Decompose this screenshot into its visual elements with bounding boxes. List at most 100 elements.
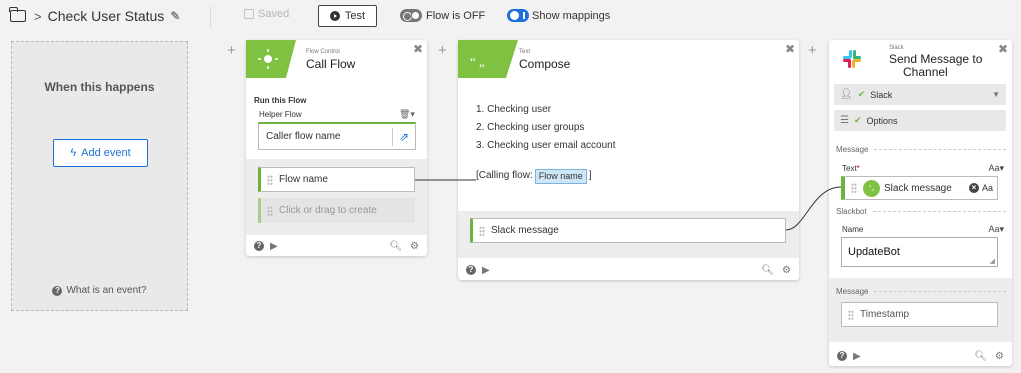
compose-badge: “ „ bbox=[458, 40, 518, 78]
close-icon[interactable]: ✖ bbox=[785, 42, 795, 56]
open-external-icon[interactable]: ⇗ bbox=[393, 130, 415, 144]
slack-connection-row[interactable]: 👤︎ ✔ Slack ▼ bbox=[834, 84, 1006, 105]
gear-icon[interactable]: ⚙ bbox=[995, 351, 1004, 362]
add-event-button[interactable]: ϟ Add event bbox=[53, 139, 148, 167]
user-icon: 👤︎ bbox=[840, 89, 853, 100]
test-button[interactable]: Test bbox=[318, 5, 377, 27]
flow-title[interactable]: Check User Status bbox=[48, 8, 165, 24]
flow-state-toggle[interactable] bbox=[400, 9, 422, 22]
caller-flow-field[interactable]: Caller flow name ⇗ bbox=[258, 122, 416, 150]
compose-step-icon: “„ bbox=[863, 179, 880, 197]
flow-state-label: Flow is OFF bbox=[426, 10, 486, 22]
card-header: Slack Send Message to Channel ✖ bbox=[829, 40, 1012, 80]
flow-name-field[interactable]: Flow name bbox=[258, 167, 415, 192]
connection-label: Slack bbox=[870, 89, 893, 100]
compose-card[interactable]: “ „ Text Compose ✖ 1. Checking user 2. C… bbox=[458, 40, 799, 280]
drag-handle-icon[interactable] bbox=[851, 183, 857, 193]
slack-card[interactable]: Slack Send Message to Channel ✖ 👤︎ ✔ Sla… bbox=[829, 40, 1012, 366]
card-title: Call Flow bbox=[306, 57, 356, 71]
calling-flow-line: [Calling flow: Flow name ] bbox=[476, 167, 616, 185]
remove-token-icon[interactable]: × bbox=[968, 183, 979, 193]
call-flow-card[interactable]: Flow Control Call Flow ✖ Run this Flow H… bbox=[246, 40, 427, 256]
sliders-icon: ☰ bbox=[840, 115, 849, 126]
add-step-plus-icon[interactable]: + bbox=[438, 42, 447, 59]
add-step-plus-icon[interactable]: + bbox=[808, 42, 817, 59]
slackbot-section-title: Slackbot bbox=[836, 207, 1006, 216]
add-step-plus-icon[interactable]: + bbox=[227, 42, 236, 59]
section-rule bbox=[874, 291, 1006, 292]
what-is-event-link[interactable]: ? What is an event? bbox=[12, 285, 187, 296]
calling-prefix: [Calling flow: bbox=[476, 170, 533, 181]
calling-suffix: ] bbox=[588, 170, 592, 181]
bot-name-input[interactable]: UpdateBot ◢ bbox=[841, 237, 998, 267]
trigger-heading: When this happens bbox=[44, 80, 155, 94]
play-icon[interactable]: ▶ bbox=[853, 351, 861, 362]
message-section2-title: Message bbox=[836, 287, 1006, 296]
message-section-title: Message bbox=[836, 145, 1006, 154]
options-label: Options bbox=[866, 115, 898, 126]
toolbar-divider bbox=[210, 6, 211, 28]
trash-dropdown-icon[interactable]: 🗑▾ bbox=[399, 109, 415, 120]
card-footer: ? ▶ 🔍︎ ⚙ bbox=[458, 260, 799, 280]
help-icon[interactable]: ? bbox=[466, 265, 476, 275]
slack-message-token[interactable]: Slack message bbox=[884, 183, 952, 194]
close-icon[interactable]: ✖ bbox=[413, 42, 423, 56]
compose-line: 2. Checking user groups bbox=[476, 122, 585, 133]
play-icon[interactable]: ▶ bbox=[482, 265, 490, 276]
search-icon[interactable]: 🔍︎ bbox=[761, 265, 774, 276]
create-placeholder-label: Click or drag to create bbox=[279, 205, 377, 216]
card-footer: ? ▶ 🔍︎ ⚙ bbox=[246, 236, 427, 256]
slack-message-output-field[interactable]: Slack message bbox=[470, 218, 786, 243]
close-icon[interactable]: ✖ bbox=[998, 42, 1008, 56]
help-icon[interactable]: ? bbox=[837, 351, 847, 361]
search-icon[interactable]: 🔍︎ bbox=[974, 351, 987, 362]
play-icon[interactable]: ▶ bbox=[270, 241, 278, 252]
card-subtitle: Flow Control bbox=[306, 49, 340, 55]
folder-icon[interactable] bbox=[9, 7, 26, 22]
card-title-line2: Channel bbox=[903, 65, 948, 79]
help-icon[interactable]: ? bbox=[254, 241, 264, 251]
flow-name-token[interactable]: Flow name bbox=[534, 168, 587, 184]
token-format-label[interactable]: Aa bbox=[982, 183, 993, 193]
compose-text-body[interactable]: 1. Checking user 2. Checking user groups… bbox=[476, 101, 616, 185]
toggle-knob bbox=[510, 11, 519, 20]
svg-text:“ „: “ „ bbox=[470, 54, 485, 69]
show-mappings-toggle[interactable] bbox=[507, 9, 529, 22]
text-format-dropdown[interactable]: Aa▾ bbox=[988, 163, 1004, 174]
gear-icon[interactable]: ⚙ bbox=[782, 265, 791, 276]
chevron-down-icon[interactable]: ▼ bbox=[992, 90, 1000, 99]
text-mapping-field[interactable]: “„ Slack message × Aa bbox=[841, 176, 998, 200]
section-label: Slackbot bbox=[836, 207, 867, 216]
save-icon bbox=[244, 9, 254, 19]
breadcrumb: > Check User Status ✎ bbox=[9, 7, 180, 24]
drag-handle-icon[interactable] bbox=[479, 225, 485, 236]
show-mappings-label: Show mappings bbox=[532, 10, 611, 22]
format-label: Aa bbox=[988, 224, 1000, 234]
saved-label: Saved bbox=[258, 8, 290, 20]
saved-button[interactable]: Saved bbox=[244, 8, 289, 20]
timestamp-field[interactable]: Timestamp bbox=[841, 302, 998, 327]
card-subtitle: Slack bbox=[889, 45, 904, 51]
drag-handle-icon[interactable] bbox=[848, 309, 854, 320]
section-label: Message bbox=[836, 287, 869, 296]
section-rule bbox=[874, 149, 1006, 150]
search-icon[interactable]: 🔍︎ bbox=[389, 241, 402, 252]
text-label-value: Text bbox=[842, 164, 857, 173]
check-icon: ✔ bbox=[857, 89, 866, 99]
resize-handle-icon[interactable]: ◢ bbox=[990, 257, 995, 265]
slack-message-label: Slack message bbox=[491, 225, 559, 236]
compose-line: 1. Checking user bbox=[476, 104, 552, 115]
text-label: Text* bbox=[842, 164, 860, 173]
create-field-placeholder[interactable]: Click or drag to create bbox=[258, 198, 415, 223]
help-icon: ? bbox=[52, 285, 63, 296]
name-format-dropdown[interactable]: Aa▾ bbox=[988, 224, 1004, 235]
drag-handle-icon[interactable] bbox=[267, 174, 273, 185]
gear-icon[interactable]: ⚙ bbox=[410, 241, 419, 252]
card-header: “ „ Text Compose ✖ bbox=[458, 40, 799, 78]
timestamp-label: Timestamp bbox=[860, 309, 910, 320]
play-icon bbox=[329, 11, 340, 21]
pencil-icon[interactable]: ✎ bbox=[170, 9, 180, 23]
options-row[interactable]: ☰ ✔ Options bbox=[834, 110, 1006, 131]
test-label: Test bbox=[344, 10, 366, 22]
compose-line: 3. Checking user email account bbox=[476, 140, 616, 151]
